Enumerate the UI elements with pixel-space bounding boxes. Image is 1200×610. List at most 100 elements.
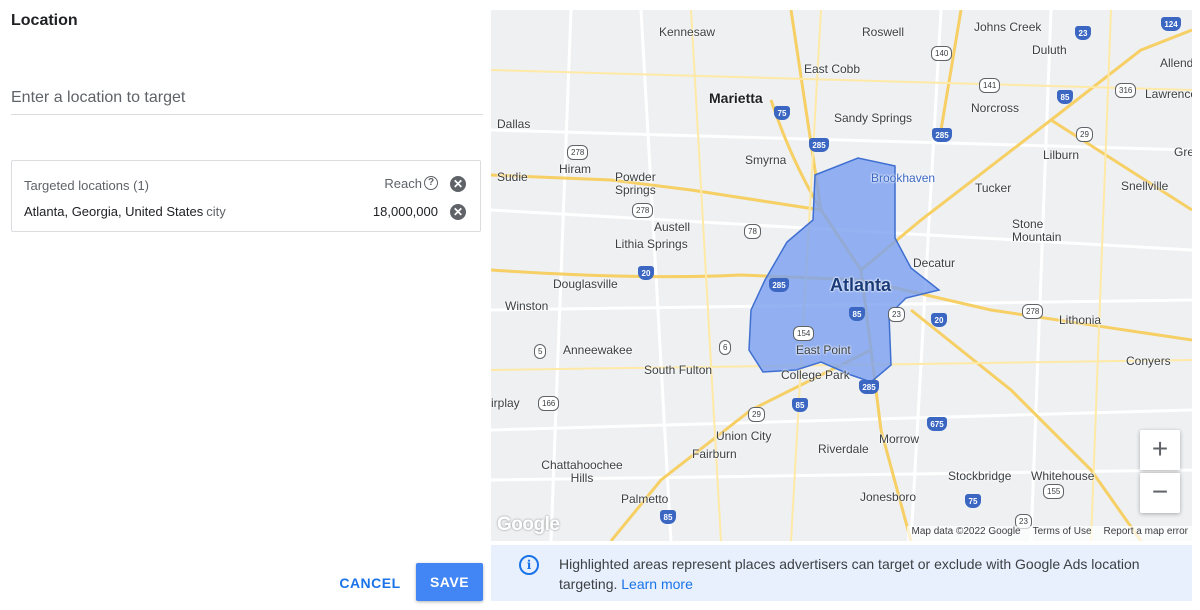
info-banner: i Highlighted areas represent places adv…	[491, 545, 1192, 601]
state-route-shield: 166	[538, 396, 560, 411]
map-label-johns-creek: Johns Creek	[974, 20, 1042, 34]
targeted-locations-box: Targeted locations (1) Reach ? ✕ Atlanta…	[11, 160, 481, 232]
terms-link[interactable]: Terms of Use	[1033, 526, 1092, 537]
map-label-lithonia: Lithonia	[1059, 313, 1102, 327]
state-route-shield: 6	[719, 340, 732, 355]
interstate-85-shield: 85	[792, 398, 808, 412]
map-label-irplay: irplay	[491, 396, 520, 410]
map-label-east-point: East Point	[796, 343, 851, 357]
map-label-austell: Austell	[654, 220, 691, 234]
state-route-shield: 316	[1115, 83, 1137, 98]
map-label-smyrna: Smyrna	[745, 153, 787, 167]
map-label-lithia-springs: Lithia Springs	[615, 237, 688, 251]
map-label-powder-springs: Powder Springs	[615, 170, 656, 197]
map-label-anneewakee: Anneewakee	[563, 343, 633, 357]
remove-location-icon[interactable]: ✕	[450, 204, 466, 220]
map-label-sudie: Sudie	[497, 170, 528, 184]
zoom-out-button[interactable]: −	[1140, 473, 1180, 513]
state-route-shield: 141	[979, 78, 1001, 93]
map-attribution: Map data ©2022 Google Terms of Use Report …	[907, 526, 1192, 541]
info-icon: i	[519, 555, 539, 575]
interstate-75-shield: 75	[774, 106, 790, 120]
interstate-20-shield: 20	[638, 266, 654, 280]
map-label-conyers: Conyers	[1126, 354, 1171, 368]
interstate-285-shield: 285	[859, 380, 879, 394]
map-label-east-cobb: East Cobb	[804, 62, 861, 76]
state-route-shield: 140	[931, 46, 953, 61]
map-label-snellville: Snellville	[1121, 179, 1169, 193]
map-label-hiram: Hiram	[559, 162, 591, 176]
interstate-20-shield: 20	[931, 313, 947, 327]
map-label-dallas: Dallas	[497, 117, 531, 131]
map-label-winston: Winston	[505, 299, 549, 313]
map-label-brookhaven: Brookhaven	[871, 171, 936, 185]
cancel-button[interactable]: CANCEL	[333, 566, 407, 600]
state-route-shield: 155	[1043, 484, 1065, 499]
map-label-south-fulton: South Fulton	[644, 363, 713, 377]
info-text: Highlighted areas represent places adver…	[559, 554, 1179, 594]
map-label-lawrencev: Lawrencev	[1145, 87, 1192, 101]
target-location-name: Atlanta, Georgia, United States city	[24, 204, 226, 219]
map-view[interactable]: Kennesaw Roswell Johns Creek Duluth Alle…	[491, 10, 1192, 541]
map-label-chattahoochee-hills: Chattahoochee Hills	[541, 458, 623, 485]
map-label-stockbridge: Stockbridge	[948, 469, 1012, 483]
location-panel: Location Targeted locations (1) Reach ? …	[0, 0, 490, 610]
interstate-675-shield: 675	[927, 417, 947, 431]
map-label-decatur: Decatur	[913, 256, 956, 270]
map-label-union-city: Union City	[716, 429, 772, 443]
map-label-fairburn: Fairburn	[692, 447, 737, 461]
map-label-college-park: College Park	[781, 368, 850, 382]
map-label-allenda: Allenda	[1160, 56, 1192, 70]
map-label-douglasville: Douglasville	[553, 277, 618, 291]
map-label-whitehouse: Whitehouse	[1031, 469, 1095, 483]
map-label-roswell: Roswell	[862, 25, 905, 39]
state-route-shield: 23	[888, 307, 905, 322]
map-label-kennesaw: Kennesaw	[659, 25, 716, 39]
map-label-lilburn: Lilburn	[1043, 148, 1080, 162]
zoom-in-button[interactable]: +	[1140, 430, 1180, 470]
google-logo: Google	[497, 514, 560, 535]
map-label-stone-mountain: Stone Mountain	[1012, 217, 1062, 244]
map-label-jonesboro: Jonesboro	[860, 490, 917, 504]
state-route-shield: 78	[744, 224, 761, 239]
location-type: city	[206, 204, 226, 219]
state-route-shield: 278	[632, 203, 654, 218]
reach-label: Reach	[384, 176, 422, 191]
interstate-shield: 124	[1161, 17, 1181, 31]
learn-more-link[interactable]: Learn more	[621, 576, 693, 592]
interstate-shield: 23	[1075, 26, 1091, 40]
map-label-gre: Gre	[1174, 145, 1192, 159]
map-label-sandy-springs: Sandy Springs	[834, 111, 913, 125]
remove-all-icon[interactable]: ✕	[450, 176, 466, 192]
state-route-shield: 29	[1076, 127, 1093, 142]
help-icon[interactable]: ?	[424, 176, 438, 190]
map-data-label: Map data ©2022 Google	[911, 526, 1021, 537]
map-label-riverdale: Riverdale	[818, 442, 869, 456]
map-label-palmetto: Palmetto	[621, 492, 669, 506]
map-label-morrow: Morrow	[879, 432, 920, 446]
interstate-75-shield: 75	[965, 494, 981, 508]
interstate-285-shield: 285	[932, 128, 952, 142]
map-label-norcross: Norcross	[971, 101, 1020, 115]
state-route-shield: 29	[748, 407, 765, 422]
state-route-shield: 154	[793, 326, 815, 341]
map-label-marietta: Marietta	[709, 90, 763, 106]
map-label-atlanta: Atlanta	[830, 275, 892, 295]
state-route-shield: 5	[534, 344, 547, 359]
state-route-shield: 278	[567, 145, 589, 160]
location-name-text: Atlanta, Georgia, United States	[24, 204, 204, 219]
interstate-285-shield: 285	[809, 138, 829, 152]
panel-title: Location	[11, 12, 78, 29]
interstate-85-shield: 85	[660, 510, 676, 524]
interstate-85-shield: 85	[849, 307, 865, 321]
state-route-shield: 278	[1022, 304, 1044, 319]
target-reach-value: 18,000,000	[372, 204, 438, 219]
report-map-error-link[interactable]: Report a map error	[1104, 526, 1188, 537]
interstate-285-shield: 285	[769, 278, 789, 292]
map-label-duluth: Duluth	[1032, 43, 1067, 57]
map-label-tucker: Tucker	[975, 181, 1012, 195]
location-search-input[interactable]	[11, 82, 483, 115]
targeted-locations-header: Targeted locations (1)	[24, 178, 150, 193]
save-button[interactable]: SAVE	[416, 563, 483, 601]
interstate-85-shield: 85	[1057, 90, 1073, 104]
